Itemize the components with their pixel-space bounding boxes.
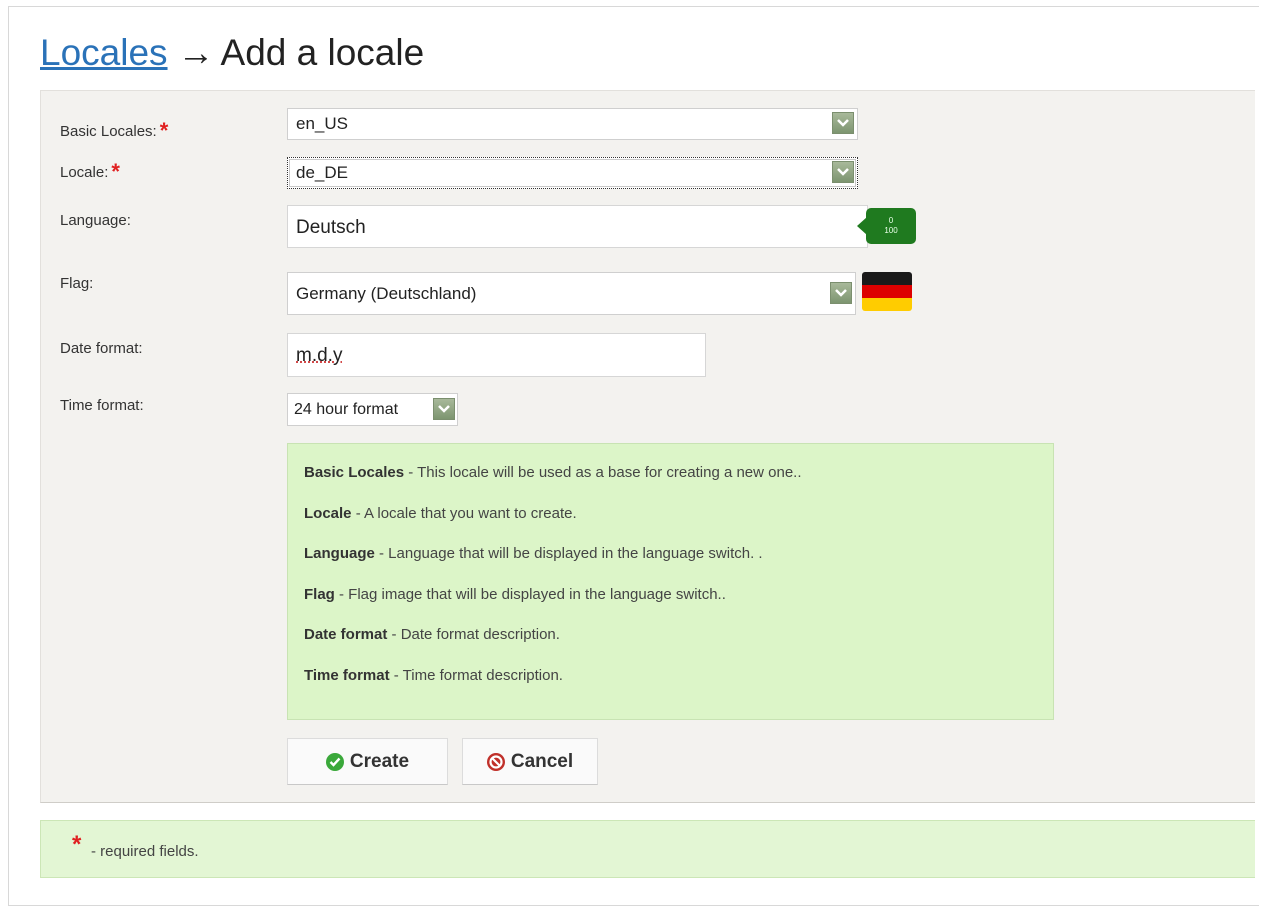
- cancel-button-label: Cancel: [510, 750, 574, 772]
- breadcrumb-arrow: →: [177, 32, 215, 73]
- required-asterisk: *: [111, 159, 120, 184]
- germany-flag-icon: [862, 272, 912, 311]
- basic-locales-select[interactable]: en_US: [287, 108, 858, 140]
- help-desc: - Date format description.: [387, 626, 560, 644]
- no-entry-icon: [486, 752, 505, 771]
- help-desc: - A locale that you want to create.: [351, 504, 577, 522]
- required-fields-text: - required fields.: [91, 843, 199, 860]
- chevron-down-icon[interactable]: [832, 112, 854, 134]
- counter-max: 100: [884, 226, 898, 235]
- date-format-value: m.d.y: [296, 345, 343, 366]
- language-input[interactable]: Deutsch: [287, 205, 868, 248]
- required-asterisk: *: [72, 831, 82, 858]
- chevron-down-icon[interactable]: [433, 398, 455, 420]
- locale-select[interactable]: de_DE: [287, 157, 858, 189]
- create-button[interactable]: Create: [287, 738, 448, 785]
- basic-locales-label: Basic Locales: *: [60, 116, 169, 143]
- chevron-down-icon[interactable]: [830, 282, 852, 304]
- help-item: Locale - A locale that you want to creat…: [304, 505, 1053, 546]
- flag-stripe-gold: [862, 298, 912, 311]
- character-counter-badge: 0 100: [857, 208, 916, 244]
- chevron-down-icon[interactable]: [832, 161, 854, 183]
- basic-locales-label-text: Basic Locales:: [60, 123, 157, 140]
- create-button-label: Create: [349, 750, 410, 772]
- time-format-label: Time format:: [60, 397, 144, 414]
- help-term: Date format: [304, 626, 388, 644]
- cancel-button[interactable]: Cancel: [462, 738, 598, 785]
- date-format-input[interactable]: m.d.y: [287, 333, 706, 377]
- locale-label-text: Locale:: [60, 164, 109, 181]
- language-value: Deutsch: [296, 217, 366, 238]
- language-label: Language:: [60, 212, 131, 229]
- help-term: Basic Locales: [304, 464, 405, 481]
- page-title-text: Add a locale: [220, 32, 425, 73]
- help-term: Locale: [304, 504, 352, 522]
- locale-label: Locale: *: [60, 157, 120, 184]
- help-item: Basic Locales - This locale will be used…: [304, 464, 1053, 505]
- help-term: Language: [304, 545, 375, 563]
- breadcrumb-locales-link[interactable]: Locales: [40, 32, 168, 73]
- basic-locales-value: en_US: [296, 114, 348, 133]
- help-desc: - Language that will be displayed in the…: [374, 545, 763, 563]
- time-format-value: 24 hour format: [294, 401, 399, 418]
- help-term: Time format: [304, 666, 390, 684]
- help-box: Basic Locales - This locale will be used…: [287, 443, 1054, 720]
- check-icon: [325, 752, 344, 771]
- flag-value: Germany (Deutschland): [296, 284, 477, 303]
- time-format-select[interactable]: 24 hour format: [287, 393, 458, 426]
- flag-stripe-red: [862, 285, 912, 298]
- help-term: Flag: [304, 585, 335, 603]
- help-item: Flag - Flag image that will be displayed…: [304, 586, 1053, 627]
- help-item: Language - Language that will be display…: [304, 545, 1053, 586]
- help-item: Date format - Date format description.: [304, 626, 1053, 667]
- page-title: Locales → Add a locale: [40, 32, 424, 74]
- flag-label: Flag:: [60, 275, 94, 292]
- counter-current: 0: [888, 216, 894, 225]
- help-desc: - Flag image that will be displayed in t…: [334, 585, 726, 603]
- flag-stripe-black: [862, 272, 912, 285]
- flag-select[interactable]: Germany (Deutschland): [287, 272, 856, 315]
- locale-value: de_DE: [296, 163, 348, 182]
- help-desc: - This locale will be used as a base for…: [404, 464, 802, 481]
- help-desc: - Time format description.: [389, 666, 563, 684]
- date-format-label: Date format:: [60, 340, 143, 357]
- help-item: Time format - Time format description.: [304, 667, 1053, 708]
- required-asterisk: *: [159, 118, 169, 143]
- required-fields-note: * - required fields.: [40, 820, 1255, 878]
